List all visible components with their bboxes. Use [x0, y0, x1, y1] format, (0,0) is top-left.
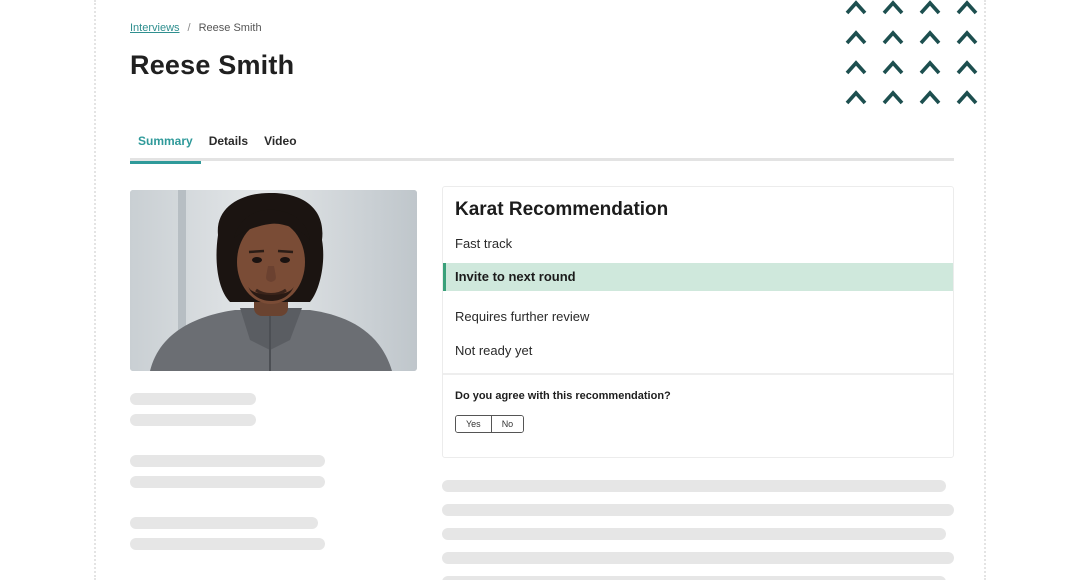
chevron-up-icon: [917, 26, 943, 48]
candidate-video-thumbnail[interactable]: [130, 190, 417, 371]
recommendation-option-invite[interactable]: Invite to next round: [443, 263, 953, 291]
chevron-up-icon: [843, 0, 869, 18]
placeholder-line: [130, 393, 256, 405]
placeholder-line: [442, 576, 946, 580]
chevron-up-icon: [843, 56, 869, 78]
breadcrumb-link-interviews[interactable]: Interviews: [130, 22, 180, 34]
placeholder-line: [130, 414, 256, 426]
no-button[interactable]: No: [490, 416, 524, 432]
candidate-portrait-image: [130, 190, 417, 371]
page-title: Reese Smith: [130, 50, 295, 80]
recommendation-option-fast-track[interactable]: Fast track: [443, 230, 953, 258]
breadcrumb-separator: /: [187, 22, 191, 34]
chevron-up-icon: [843, 86, 869, 108]
tab-details[interactable]: Details: [201, 133, 256, 161]
placeholder-line: [442, 504, 954, 516]
chevron-up-icon: [880, 86, 906, 108]
recommendation-option-further-review[interactable]: Requires further review: [443, 303, 953, 331]
recommendation-option-not-ready[interactable]: Not ready yet: [443, 337, 953, 365]
chevron-pattern: [843, 0, 980, 108]
recommendation-title: Karat Recommendation: [455, 199, 669, 220]
yes-button[interactable]: Yes: [456, 416, 491, 432]
chevron-up-icon: [880, 0, 906, 18]
tab-summary[interactable]: Summary: [130, 133, 201, 164]
chevron-up-icon: [954, 86, 980, 108]
breadcrumb-current: Reese Smith: [198, 22, 262, 34]
agree-button-group: Yes No: [455, 415, 525, 433]
placeholder-line: [130, 538, 325, 550]
chevron-up-icon: [954, 26, 980, 48]
chevron-up-icon: [880, 26, 906, 48]
chevron-up-icon: [917, 56, 943, 78]
tab-video[interactable]: Video: [256, 133, 304, 161]
placeholder-line: [130, 476, 325, 488]
agree-question: Do you agree with this recommendation?: [455, 390, 671, 402]
tab-bar: Summary Details Video: [130, 133, 954, 164]
placeholder-line: [130, 517, 318, 529]
chevron-up-icon: [843, 26, 869, 48]
recommendation-card: Karat Recommendation Fast track Invite t…: [442, 186, 954, 458]
placeholder-line: [442, 552, 954, 564]
chevron-up-icon: [880, 56, 906, 78]
chevron-up-icon: [954, 56, 980, 78]
chevron-up-icon: [917, 0, 943, 18]
breadcrumb: Interviews / Reese Smith: [130, 22, 262, 34]
placeholder-line: [130, 455, 325, 467]
placeholder-line: [442, 528, 946, 540]
chevron-up-icon: [954, 0, 980, 18]
placeholder-line: [442, 480, 946, 492]
divider: [443, 373, 953, 375]
chevron-up-icon: [917, 86, 943, 108]
